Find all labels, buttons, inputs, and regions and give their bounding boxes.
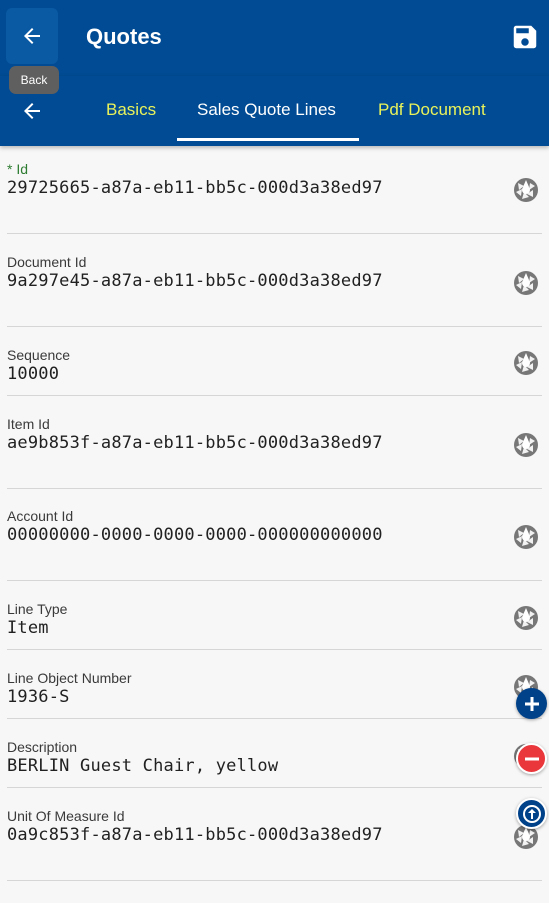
divider [7, 880, 542, 881]
field-value[interactable]: Item [7, 618, 542, 638]
field-value[interactable]: 10000 [7, 364, 542, 384]
field-label: Unit Of Measure Id [7, 808, 125, 824]
tab-basics[interactable]: Basics [106, 100, 156, 120]
divider [7, 326, 542, 327]
field-sequence: Sequence 10000 [7, 347, 542, 384]
plus-icon [524, 696, 539, 711]
divider [7, 649, 542, 650]
divider [7, 233, 542, 234]
field-label: Document Id [7, 254, 87, 270]
add-button[interactable] [516, 688, 547, 719]
divider [7, 787, 542, 788]
minus-icon [524, 757, 539, 760]
field-value[interactable]: 00000000-0000-0000-0000-000000000000 [7, 525, 542, 545]
tab-sales-quote-lines[interactable]: Sales Quote Lines [197, 100, 336, 120]
field-value[interactable]: BERLIN Guest Chair, yellow [7, 756, 542, 776]
divider [7, 488, 542, 489]
app-bar: Quotes [0, 0, 549, 76]
active-tab-indicator [177, 138, 359, 141]
field-label: Account Id [7, 508, 74, 524]
aperture-icon[interactable] [513, 605, 539, 631]
field-label: * Id [7, 161, 29, 177]
aperture-icon[interactable] [513, 177, 539, 203]
save-button[interactable] [510, 22, 540, 52]
divider [7, 395, 542, 396]
field-document-id: Document Id 9a297e45-a87a-eb11-bb5c-000d… [7, 254, 542, 291]
field-account-id: Account Id 00000000-0000-0000-0000-00000… [7, 508, 542, 545]
aperture-icon[interactable] [513, 270, 539, 296]
field-value[interactable]: 0a9c853f-a87a-eb11-bb5c-000d3a38ed97 [7, 825, 542, 845]
field-label: Line Type [7, 601, 68, 617]
back-button[interactable] [6, 8, 58, 64]
field-line-object-number: Line Object Number 1936-S [7, 670, 542, 707]
field-unit-of-measure-id: Unit Of Measure Id 0a9c853f-a87a-eb11-bb… [7, 808, 542, 845]
field-value[interactable]: 9a297e45-a87a-eb11-bb5c-000d3a38ed97 [7, 271, 542, 291]
field-value[interactable]: ae9b853f-a87a-eb11-bb5c-000d3a38ed97 [7, 433, 542, 453]
field-item-id: Item Id ae9b853f-a87a-eb11-bb5c-000d3a38… [7, 416, 542, 453]
field-id: * Id 29725665-a87a-eb11-bb5c-000d3a38ed9… [7, 161, 542, 198]
aperture-icon[interactable] [513, 524, 539, 550]
tab-pdf-document[interactable]: Pdf Document [378, 100, 486, 120]
floppy-disk-icon [513, 25, 537, 49]
divider [7, 580, 542, 581]
remove-button[interactable] [516, 743, 547, 774]
arrow-up-icon [522, 804, 541, 823]
arrow-left-icon [24, 103, 40, 119]
aperture-icon[interactable] [513, 432, 539, 458]
field-label: Line Object Number [7, 670, 132, 686]
aperture-icon[interactable] [513, 350, 539, 376]
tab-bar: Basics Sales Quote Lines Pdf Document [0, 76, 549, 146]
field-value[interactable]: 29725665-a87a-eb11-bb5c-000d3a38ed97 [7, 178, 542, 198]
field-description: Description BERLIN Guest Chair, yellow [7, 739, 542, 776]
field-line-type: Line Type Item [7, 601, 542, 638]
divider [7, 718, 542, 719]
scroll-up-button[interactable] [516, 798, 547, 829]
page-title: Quotes [86, 24, 162, 49]
field-label: Sequence [7, 347, 71, 363]
field-label: Item Id [7, 416, 50, 432]
arrow-left-icon [24, 28, 40, 44]
tab-back-button[interactable] [14, 96, 50, 126]
field-value[interactable]: 1936-S [7, 687, 542, 707]
field-label: Description [7, 739, 78, 755]
back-tooltip: Back [9, 66, 59, 94]
